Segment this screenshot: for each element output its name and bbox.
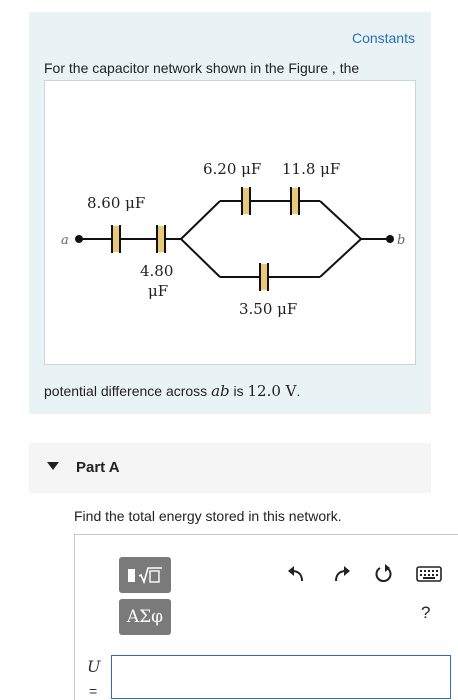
cap-label-4-80-value: 4.80 [140, 262, 173, 280]
node-b-label: b [397, 233, 405, 248]
constants-link[interactable]: Constants [352, 30, 415, 46]
templates-button[interactable] [119, 557, 171, 593]
answer-area: ΑΣφ ? U = [74, 534, 458, 700]
terminal-a [75, 235, 83, 243]
circuit-diagram: a b 8.60 μF 4.80 μF 6.20 μF 11.8 μF 3.50… [61, 160, 405, 318]
cap-label-3-50: 3.50 μF [239, 300, 297, 318]
cap-label-6-20: 6.20 μF [203, 160, 261, 178]
potential-statement: potential difference across ab is 12.0 V… [44, 382, 300, 400]
capacitor-6-20 [241, 187, 251, 215]
potential-suffix: . [296, 383, 301, 399]
capacitor-8-60 [111, 225, 121, 253]
cap-label-8-60: 8.60 μF [87, 194, 145, 212]
equals-sign: = [89, 683, 98, 699]
undo-icon[interactable] [283, 561, 309, 587]
potential-prefix: potential difference across [44, 383, 212, 399]
part-title: Part A [76, 459, 120, 476]
cap-label-11-8: 11.8 μF [282, 160, 340, 178]
reset-icon[interactable] [371, 561, 397, 587]
potential-variable: ab [211, 382, 230, 400]
part-a-header[interactable]: Part A [29, 443, 431, 493]
problem-intro-text: For the capacitor network shown in the F… [44, 60, 360, 76]
capacitor-3-50 [259, 263, 269, 291]
templates-icon [128, 567, 162, 585]
answer-input[interactable] [111, 655, 451, 699]
capacitor-network-figure: a b 8.60 μF 4.80 μF 6.20 μF 11.8 μF 3.50… [44, 80, 416, 365]
greek-symbols-button[interactable]: ΑΣφ [119, 599, 171, 635]
capacitor-11-8 [290, 187, 300, 215]
keyboard-icon[interactable] [415, 561, 443, 587]
answer-variable-label: U [87, 657, 101, 676]
question-text: Find the total energy stored in this net… [74, 508, 342, 524]
terminal-b [386, 235, 394, 243]
collapse-triangle-icon[interactable] [47, 462, 59, 470]
node-a-label: a [61, 233, 69, 248]
cap-label-4-80-unit: μF [148, 282, 168, 300]
problem-panel: Constants For the capacitor network show… [29, 12, 431, 414]
redo-icon[interactable] [329, 561, 355, 587]
potential-mid: is [229, 383, 248, 399]
circuit-wires [79, 200, 390, 278]
capacitor-4-80 [156, 225, 166, 253]
help-icon[interactable]: ? [421, 603, 430, 623]
potential-value: 12.0 V [247, 382, 297, 400]
